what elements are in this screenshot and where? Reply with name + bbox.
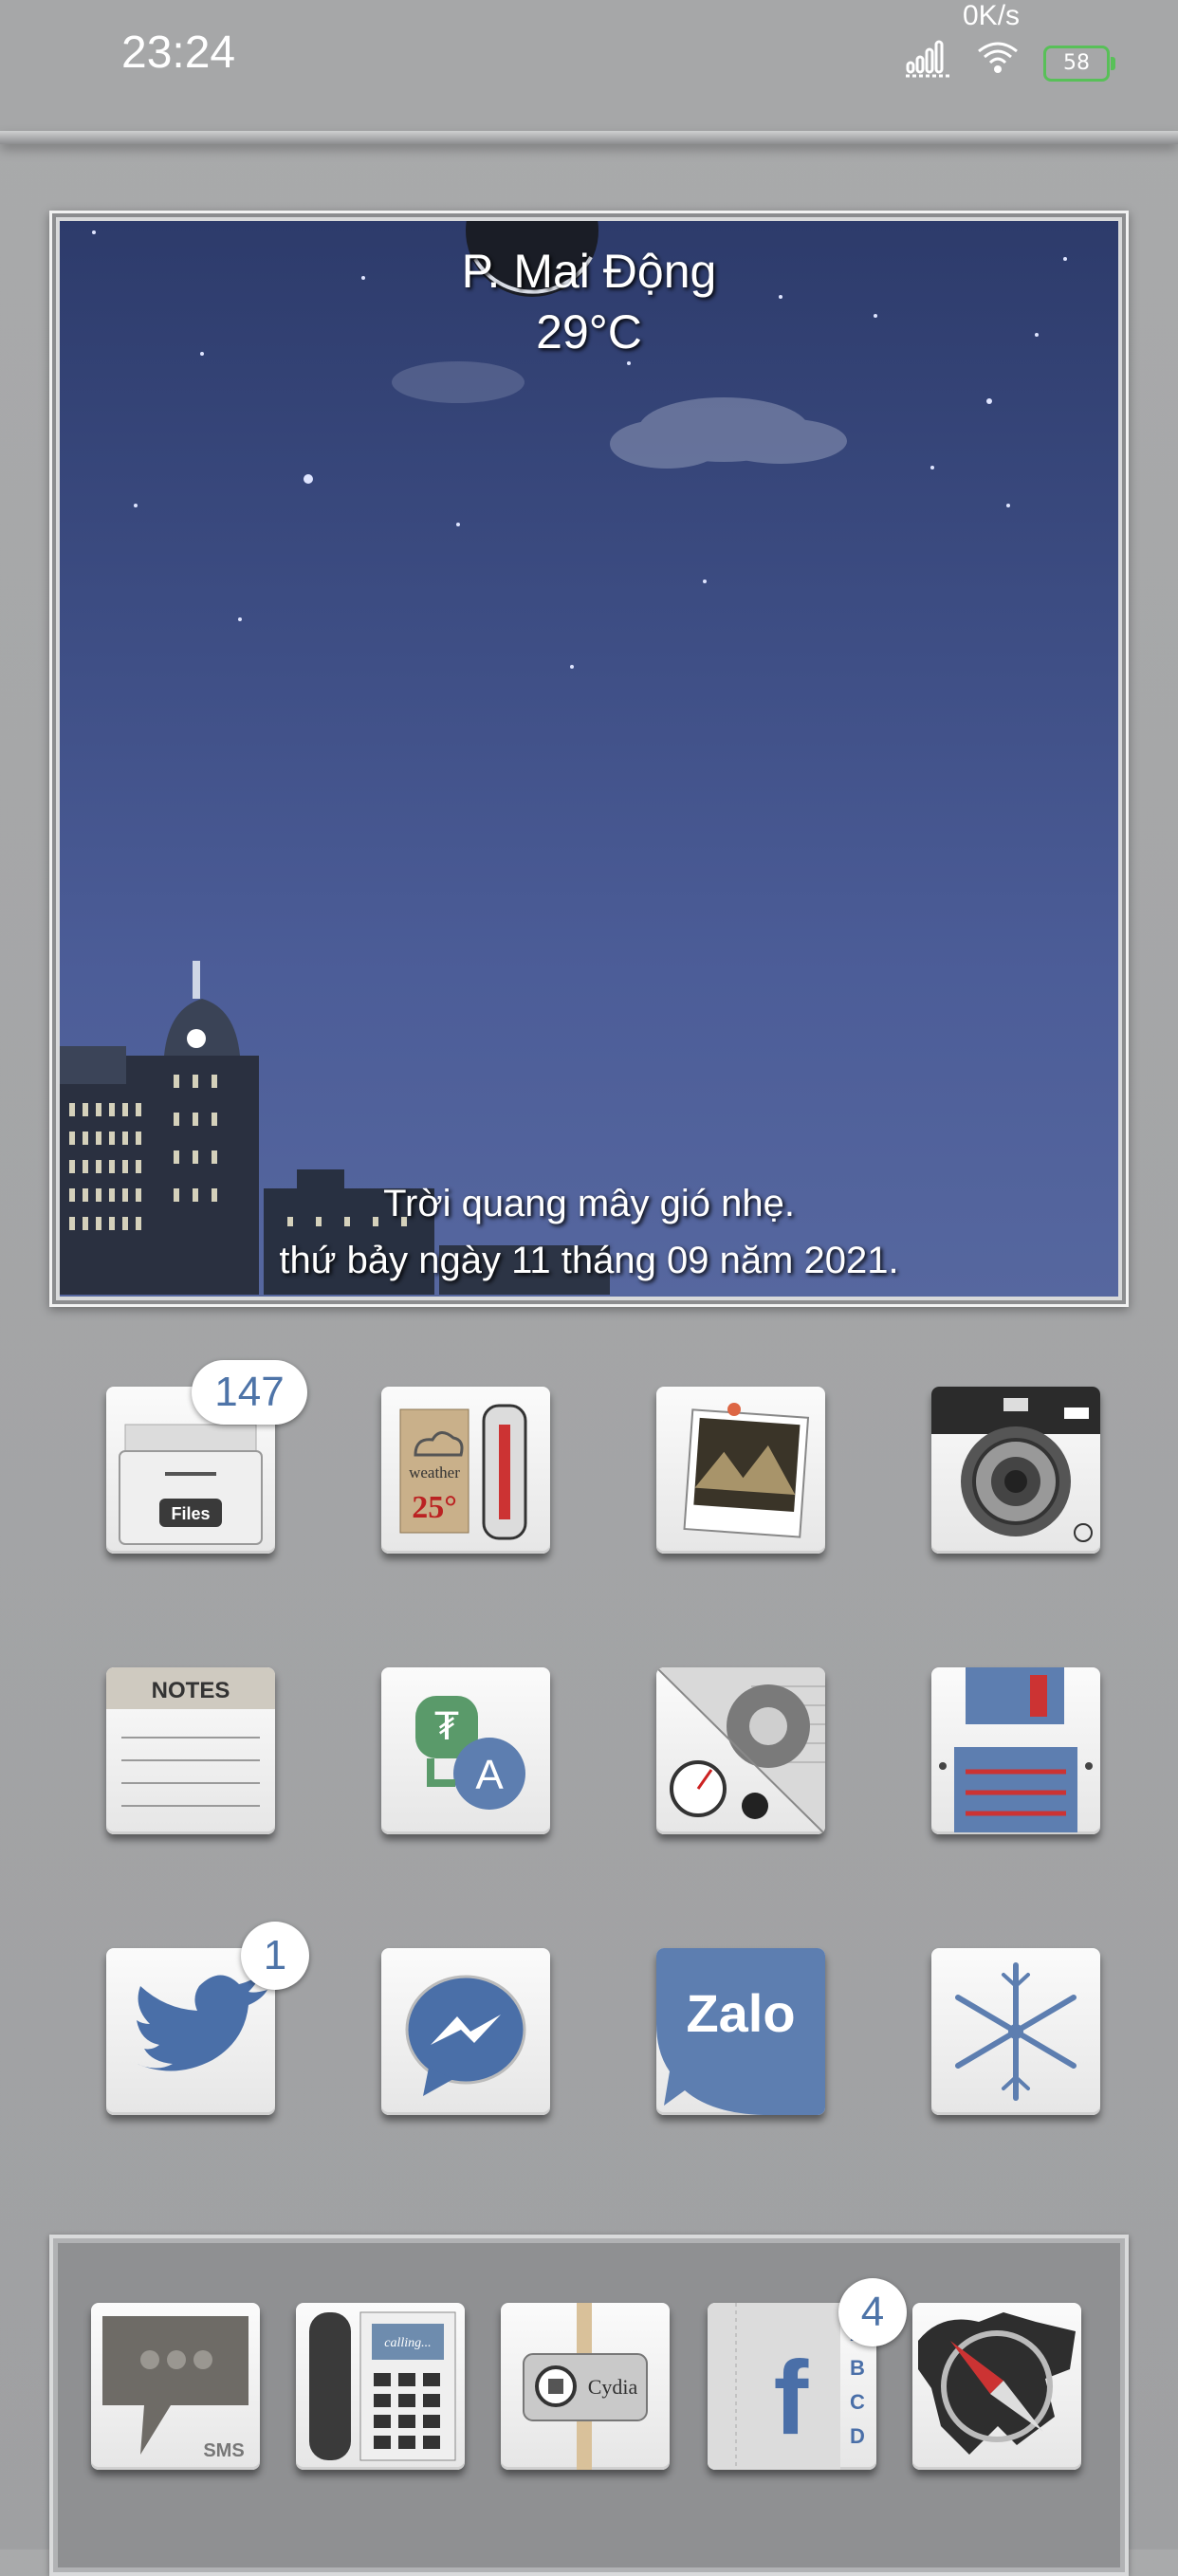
night-sky-illustration xyxy=(60,221,1067,1295)
weather-date: thứ bảy ngày 11 tháng 09 năm 2021. xyxy=(279,1240,899,1281)
weather-location: P. Mai Động xyxy=(461,245,717,298)
zalo-icon-label: Zalo xyxy=(686,1983,795,2043)
translate-icon: ₮ A xyxy=(415,1696,525,1810)
status-time: 23:24 xyxy=(121,28,236,78)
settings-app[interactable] xyxy=(656,1667,825,1834)
sms-app[interactable]: SMS xyxy=(91,2303,260,2470)
settings-icon xyxy=(656,1667,825,1834)
cydia-icon: Cydia xyxy=(523,2303,648,2470)
battery-icon: 58 xyxy=(1043,46,1115,82)
weather-condition: Trời quang mây gió nhẹ. xyxy=(383,1183,795,1224)
zalo-icon: Zalo xyxy=(656,1948,825,2115)
weather-widget[interactable]: P. Mai Động 29°C Trời quang mây gió nhẹ.… xyxy=(49,211,1129,1307)
phone-icon-label: calling... xyxy=(384,2336,431,2350)
snowflake-icon xyxy=(955,1962,1077,2101)
storage-app[interactable] xyxy=(931,1667,1100,1834)
notes-icon-label: NOTES xyxy=(152,1678,230,1703)
phone-app[interactable]: calling... xyxy=(296,2303,465,2470)
weather-temperature: 29°C xyxy=(536,305,642,359)
phone-icon: calling... xyxy=(309,2311,456,2461)
facebook-letter-d: D xyxy=(850,2424,865,2448)
messenger-icon xyxy=(405,1975,526,2096)
notes-icon: NOTES xyxy=(106,1667,275,1807)
snowflake-app[interactable] xyxy=(931,1948,1100,2115)
camera-app[interactable] xyxy=(931,1387,1100,1554)
weather-icon-value: 25° xyxy=(412,1490,457,1525)
files-icon-label: Files xyxy=(171,1504,210,1523)
network-speed: 0K/s xyxy=(963,0,1021,31)
facebook-letter-b: B xyxy=(850,2356,865,2380)
cydia-icon-label: Cydia xyxy=(588,2375,638,2399)
weather-icon-label: weather xyxy=(409,1463,460,1481)
floppy-disk-icon xyxy=(939,1667,1093,1832)
cydia-app[interactable]: Cydia xyxy=(501,2303,670,2470)
signal-icon xyxy=(906,40,949,78)
camera-icon xyxy=(931,1387,1100,1542)
svg-text:f: f xyxy=(774,2340,809,2456)
svg-text:₮: ₮ xyxy=(434,1705,459,1749)
twitter-badge: 1 xyxy=(241,1922,309,1990)
sms-icon-label: SMS xyxy=(203,2440,244,2461)
safari-app[interactable] xyxy=(912,2303,1081,2470)
zalo-app[interactable]: Zalo xyxy=(656,1948,825,2115)
photos-icon xyxy=(683,1403,810,1538)
sms-icon: SMS xyxy=(102,2316,248,2461)
files-badge: 147 xyxy=(192,1360,307,1425)
notes-app[interactable]: NOTES xyxy=(106,1667,275,1834)
svg-text:A: A xyxy=(475,1752,504,1798)
weather-icon: weather 25° xyxy=(399,1404,527,1540)
facebook-badge: 4 xyxy=(838,2278,907,2346)
status-shelf xyxy=(0,131,1178,144)
wifi-icon xyxy=(978,42,1018,73)
facebook-letter-c: C xyxy=(850,2390,865,2414)
safari-compass-icon xyxy=(918,2312,1076,2455)
status-bar: 23:24 0K/s 58 xyxy=(0,0,1178,133)
photos-app[interactable] xyxy=(656,1387,825,1554)
messenger-app[interactable] xyxy=(381,1948,550,2115)
weather-app[interactable]: weather 25° xyxy=(381,1387,550,1554)
weather-background: P. Mai Động 29°C Trời quang mây gió nhẹ.… xyxy=(60,221,1118,1297)
translate-app[interactable]: ₮ A xyxy=(381,1667,550,1834)
